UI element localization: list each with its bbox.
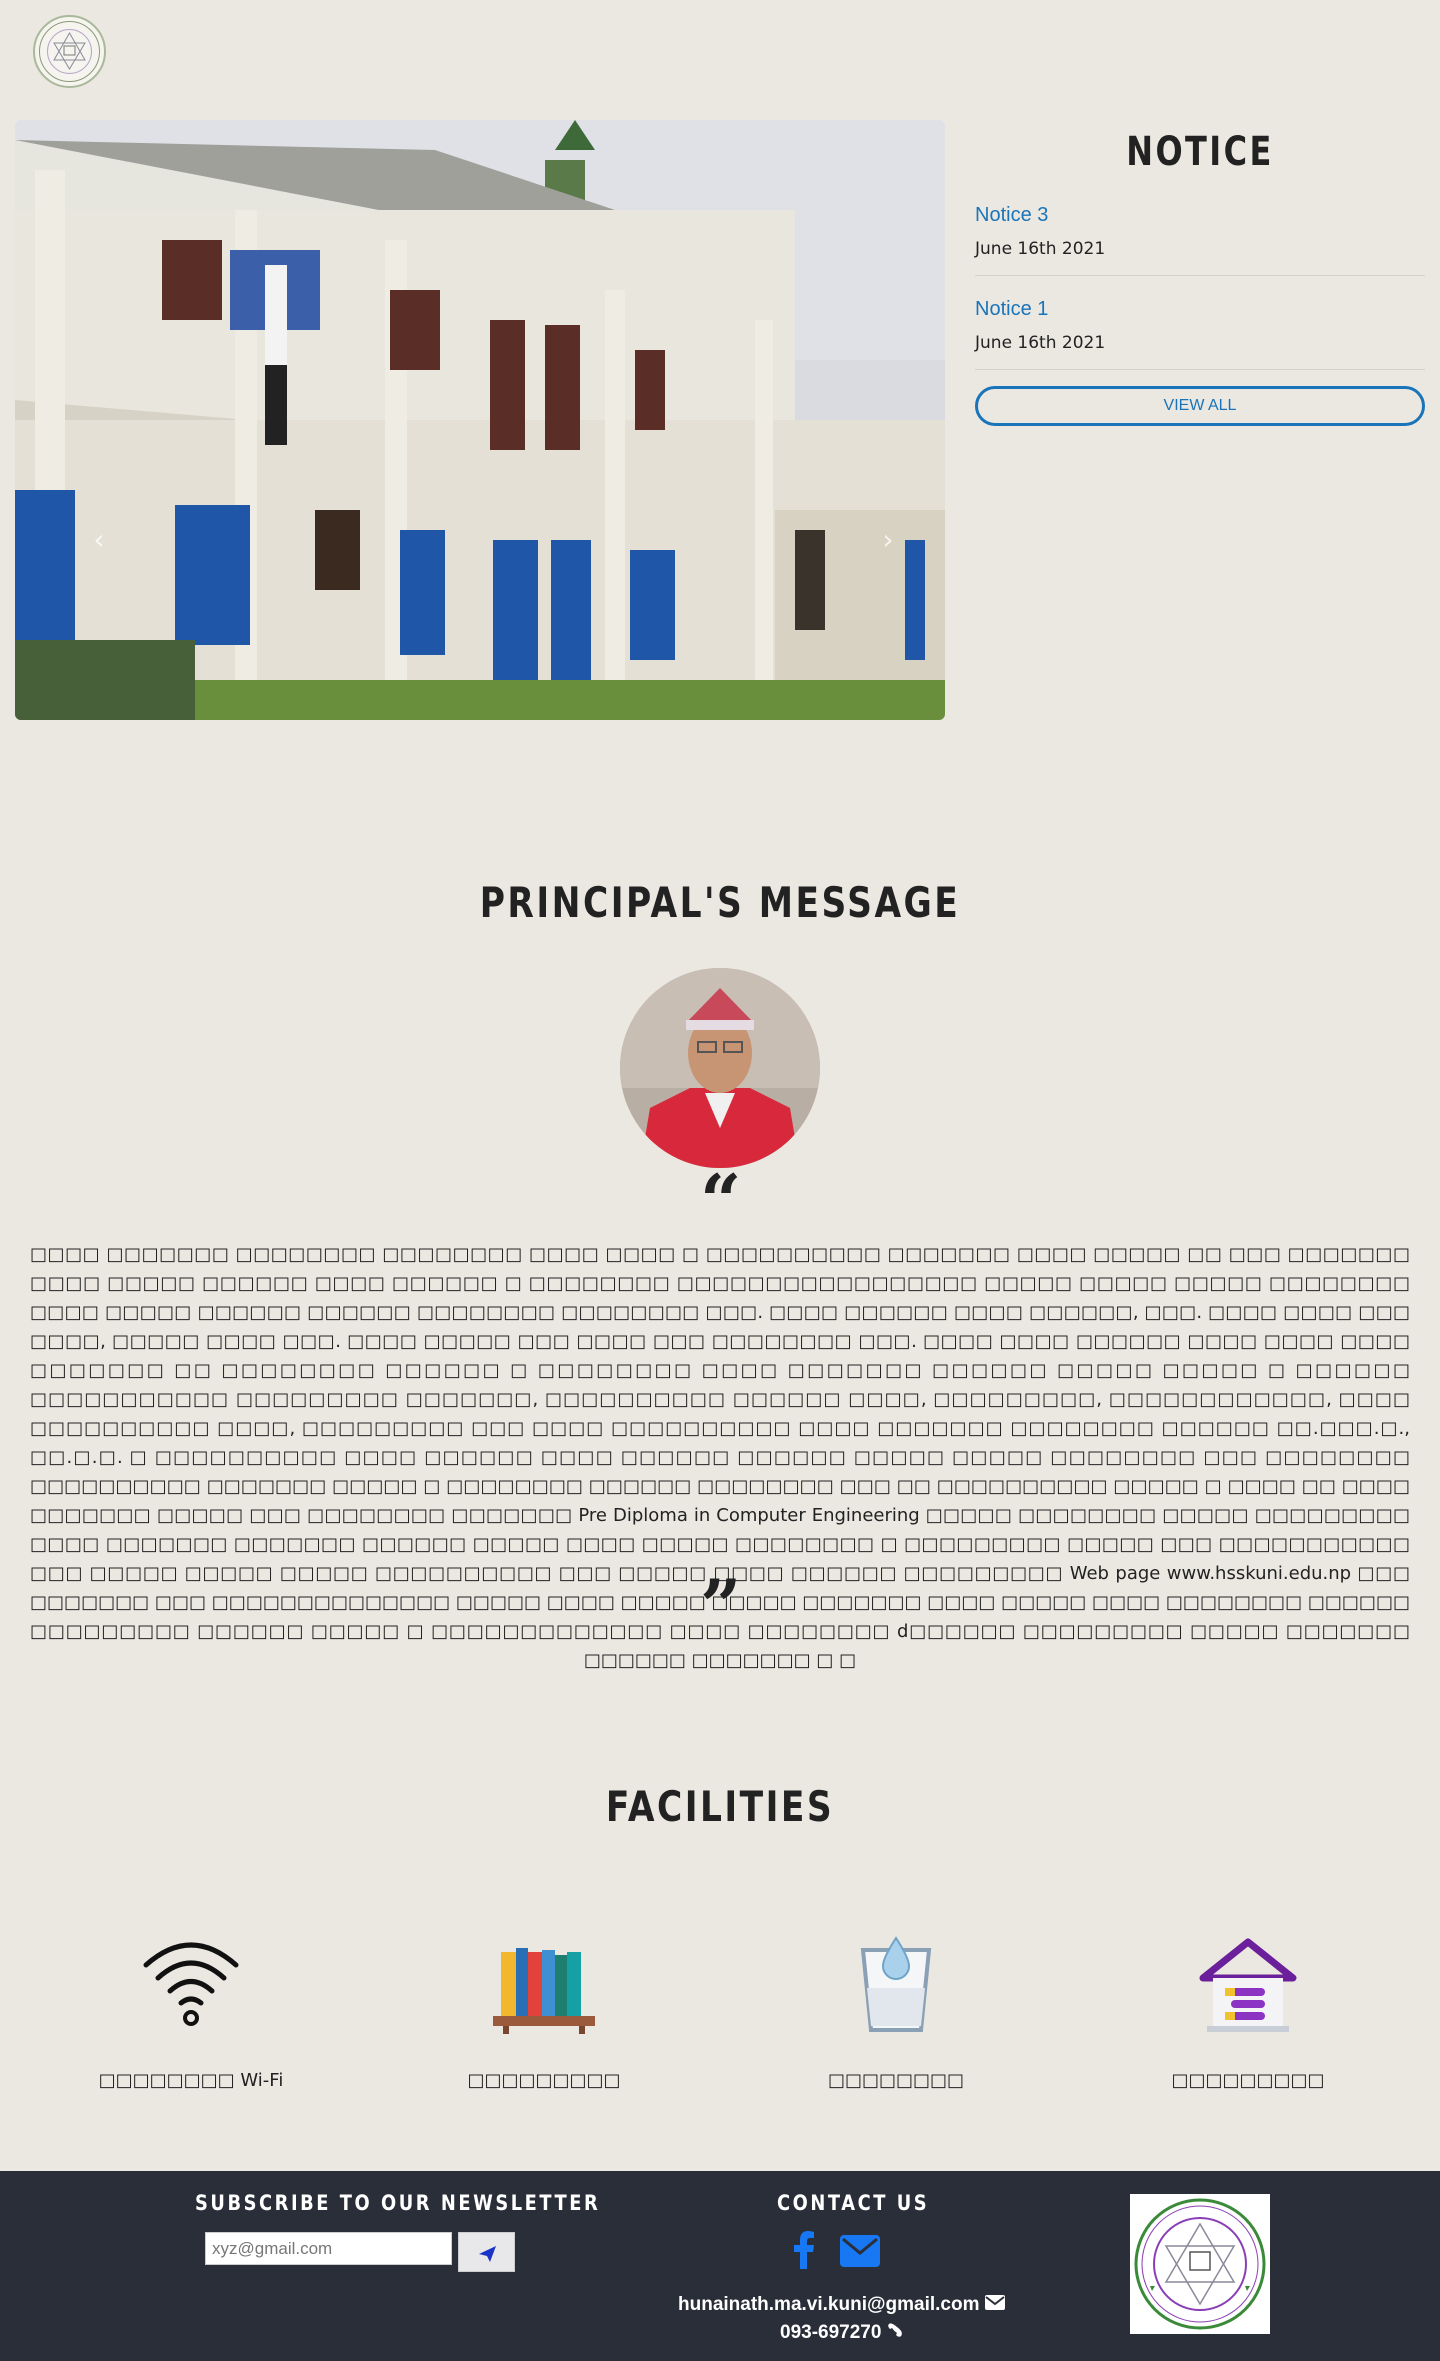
facility-item-wifi: □□□□□□□□ Wi-Fi bbox=[15, 1930, 367, 2091]
phone-icon bbox=[887, 2323, 902, 2337]
facility-item-library: □□□□□□□□□ bbox=[368, 1930, 720, 2091]
facilities-heading: FACILITIES bbox=[605, 1782, 835, 1831]
principal-heading: PRINCIPAL'S MESSAGE bbox=[479, 878, 961, 927]
carousel-next-button[interactable]: › bbox=[873, 520, 903, 560]
contact-heading: CONTACT US bbox=[777, 2191, 930, 2215]
notice-link[interactable]: Notice 1 bbox=[975, 298, 1425, 321]
view-all-button[interactable]: VIEW ALL bbox=[975, 386, 1425, 426]
contact-phone[interactable]: 093-697270 bbox=[780, 2322, 881, 2343]
library-books-icon bbox=[493, 1948, 595, 2034]
notice-date: June 16th 2021 bbox=[975, 333, 1106, 353]
newsletter-email-input[interactable] bbox=[205, 2232, 452, 2265]
contact-email[interactable]: hunainath.ma.vi.kuni@gmail.com bbox=[678, 2294, 979, 2315]
facility-label: □□□□□□□□ bbox=[827, 2070, 965, 2091]
drinking-water-icon bbox=[860, 1936, 932, 2032]
contact-phone-line: 093-697270 bbox=[780, 2322, 903, 2344]
envelope-icon[interactable] bbox=[840, 2235, 880, 2267]
facility-item-drinking-water: □□□□□□□□ bbox=[720, 1930, 1072, 2091]
wifi-icon bbox=[143, 1942, 239, 2026]
principal-photo bbox=[620, 968, 820, 1168]
notice-date: June 16th 2021 bbox=[975, 239, 1106, 259]
school-seal-logo[interactable] bbox=[33, 15, 106, 88]
facility-label: □□□□□□□□ Wi-Fi bbox=[98, 2070, 284, 2091]
newsletter-heading: SUBSCRIBE TO OUR NEWSLETTER bbox=[195, 2191, 601, 2215]
site-header bbox=[0, 0, 1440, 110]
close-quote-icon: ” bbox=[700, 1563, 742, 1648]
school-building-photo bbox=[15, 120, 945, 720]
school-seal-logo[interactable] bbox=[1130, 2194, 1270, 2334]
notice-item: Notice 3 June 16th 2021 bbox=[975, 182, 1425, 276]
open-quote-icon: “ bbox=[700, 1158, 742, 1243]
notice-heading: NOTICE bbox=[1126, 129, 1274, 175]
notice-panel: NOTICE Notice 3 June 16th 2021 Notice 1 … bbox=[975, 120, 1425, 426]
contact-icons bbox=[790, 2231, 890, 2271]
envelope-icon bbox=[984, 2295, 1005, 2310]
contact-email-line: hunainath.ma.vi.kuni@gmail.com bbox=[678, 2294, 1005, 2316]
facebook-icon[interactable] bbox=[793, 2231, 815, 2269]
facility-label: □□□□□□□□□ bbox=[467, 2070, 621, 2091]
facility-label: □□□□□□□□□ bbox=[1171, 2070, 1325, 2091]
hero-carousel[interactable]: ‹ › bbox=[15, 120, 945, 720]
facility-item-hostel: □□□□□□□□□ bbox=[1072, 1930, 1424, 2091]
carousel-prev-button[interactable]: ‹ bbox=[84, 520, 114, 560]
site-footer: SUBSCRIBE TO OUR NEWSLETTER CONTACT US h… bbox=[0, 2171, 1440, 2361]
chevron-right-icon: › bbox=[882, 523, 894, 556]
newsletter-submit-button[interactable] bbox=[458, 2232, 515, 2272]
notice-item: Notice 1 June 16th 2021 bbox=[975, 276, 1425, 370]
paper-plane-icon bbox=[479, 2246, 496, 2262]
chevron-left-icon: ‹ bbox=[93, 523, 105, 556]
notice-link[interactable]: Notice 3 bbox=[975, 204, 1425, 227]
hostel-house-icon bbox=[1199, 1938, 1297, 2032]
